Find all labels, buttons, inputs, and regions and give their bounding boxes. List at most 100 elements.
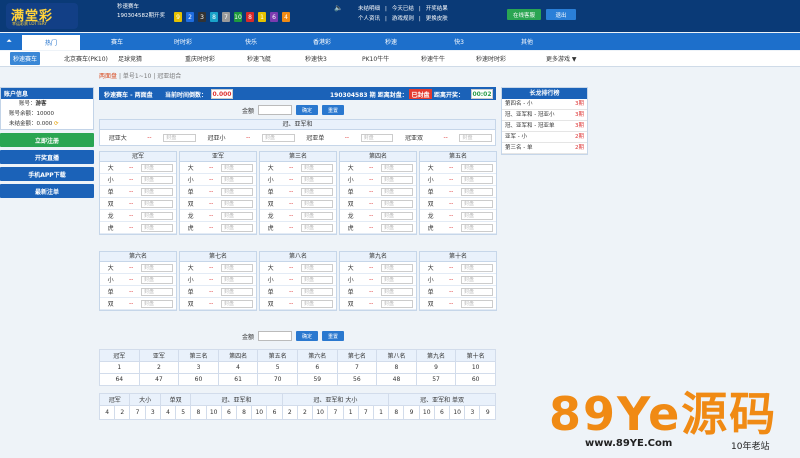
odds-input[interactable]: 封盘 [221, 175, 253, 184]
header-link[interactable]: 未结明细 [358, 4, 380, 14]
odds-input[interactable]: 封盘 [461, 223, 493, 232]
odds-input[interactable]: 封盘 [301, 263, 333, 272]
odds-row[interactable]: 双 -- 封盘 [100, 198, 176, 210]
road-head[interactable]: 单双 [159, 393, 192, 406]
odds-row[interactable]: 小 -- 封盘 [100, 174, 176, 186]
gy-input[interactable]: 封盘 [459, 133, 492, 142]
nav-tab[interactable]: 热门 [22, 33, 80, 50]
sound-icon[interactable]: 🔈 [334, 4, 343, 12]
stats-cell[interactable]: 第七名 [336, 349, 378, 362]
odds-row[interactable]: 单 -- 封盘 [180, 286, 256, 298]
odds-input[interactable]: 封盘 [301, 163, 333, 172]
odds-row[interactable]: 大 -- 封盘 [340, 262, 416, 274]
subnav-item[interactable]: 秒速时时彩 [476, 54, 506, 63]
odds-row[interactable]: 单 -- 封盘 [100, 286, 176, 298]
odds-row[interactable]: 小 -- 封盘 [420, 174, 496, 186]
odds-input[interactable]: 封盘 [221, 211, 253, 220]
odds-row[interactable]: 小 -- 封盘 [260, 274, 336, 286]
odds-row[interactable]: 虎 -- 封盘 [100, 222, 176, 234]
odds-input[interactable]: 封盘 [301, 199, 333, 208]
crumb-single[interactable]: 单号1~10 [123, 73, 151, 80]
stats-cell[interactable]: 第八名 [376, 349, 417, 362]
odds-input[interactable]: 封盘 [461, 163, 493, 172]
amount-input[interactable] [258, 105, 293, 115]
odds-input[interactable]: 封盘 [141, 199, 173, 208]
odds-row[interactable]: 单 -- 封盘 [180, 186, 256, 198]
odds-row[interactable]: 龙 -- 封盘 [260, 210, 336, 222]
odds-input[interactable]: 封盘 [141, 187, 173, 196]
nav-tab[interactable]: 赛车 [88, 33, 146, 50]
stats-cell[interactable]: 第五名 [257, 349, 298, 362]
odds-input[interactable]: 封盘 [381, 263, 413, 272]
odds-row[interactable]: 双 -- 封盘 [180, 298, 256, 310]
odds-input[interactable]: 封盘 [221, 287, 253, 296]
odds-input[interactable]: 封盘 [221, 299, 253, 308]
stats-cell[interactable]: 亚军 [138, 349, 180, 362]
odds-input[interactable]: 封盘 [381, 287, 413, 296]
odds-row[interactable]: 虎 -- 封盘 [420, 222, 496, 234]
gy-input[interactable]: 封盘 [163, 133, 196, 142]
odds-row[interactable]: 龙 -- 封盘 [180, 210, 256, 222]
odds-row[interactable]: 大 -- 封盘 [340, 162, 416, 174]
odds-input[interactable]: 封盘 [381, 187, 413, 196]
side-button[interactable]: 手机APP下载 [0, 167, 94, 181]
odds-input[interactable]: 封盘 [381, 175, 413, 184]
odds-input[interactable]: 封盘 [461, 299, 493, 308]
odds-input[interactable]: 封盘 [141, 163, 173, 172]
odds-row[interactable]: 单 -- 封盘 [100, 186, 176, 198]
odds-input[interactable]: 封盘 [221, 263, 253, 272]
odds-input[interactable]: 封盘 [301, 287, 333, 296]
subnav-item[interactable]: 秒速赛车 [10, 52, 41, 65]
odds-row[interactable]: 小 -- 封盘 [180, 174, 256, 186]
odds-row[interactable]: 大 -- 封盘 [260, 262, 336, 274]
road-head[interactable]: 冠、亚军和 大小 [281, 393, 390, 406]
odds-input[interactable]: 封盘 [221, 163, 253, 172]
odds-row[interactable]: 单 -- 封盘 [340, 286, 416, 298]
odds-input[interactable]: 封盘 [221, 199, 253, 208]
odds-row[interactable]: 单 -- 封盘 [340, 186, 416, 198]
odds-row[interactable]: 龙 -- 封盘 [420, 210, 496, 222]
odds-row[interactable]: 小 -- 封盘 [340, 174, 416, 186]
service-button[interactable]: 在线客服 [507, 9, 541, 20]
stats-cell[interactable]: 第六名 [296, 349, 338, 362]
stats-cell[interactable]: 第三名 [178, 349, 219, 362]
odds-row[interactable]: 虎 -- 封盘 [340, 222, 416, 234]
odds-row[interactable]: 小 -- 封盘 [260, 174, 336, 186]
odds-input[interactable]: 封盘 [381, 275, 413, 284]
stats-cell[interactable]: 第十名 [455, 349, 496, 362]
side-button[interactable]: 立即注册 [0, 133, 94, 147]
odds-input[interactable]: 封盘 [141, 275, 173, 284]
reset-button[interactable]: 重置 [322, 105, 345, 115]
odds-input[interactable]: 封盘 [461, 211, 493, 220]
odds-row[interactable]: 大 -- 封盘 [420, 262, 496, 274]
odds-input[interactable]: 封盘 [301, 187, 333, 196]
subnav-item[interactable]: 北京赛车(PK10) [64, 54, 108, 63]
odds-input[interactable]: 封盘 [381, 163, 413, 172]
odds-row[interactable]: 单 -- 封盘 [260, 186, 336, 198]
amount-input[interactable] [258, 331, 293, 341]
odds-row[interactable]: 大 -- 封盘 [100, 262, 176, 274]
road-head[interactable]: 大小 [129, 393, 161, 406]
odds-row[interactable]: 大 -- 封盘 [100, 162, 176, 174]
header-link[interactable]: 更换皮肤 [426, 14, 448, 24]
odds-input[interactable]: 封盘 [461, 187, 493, 196]
subnav-item[interactable]: 秒速牛牛 [421, 54, 445, 63]
odds-input[interactable]: 封盘 [221, 187, 253, 196]
subnav-item[interactable]: 秒速飞艇 [247, 54, 271, 63]
subnav-item[interactable]: 足球竞猜 [118, 54, 142, 63]
odds-row[interactable]: 大 -- 封盘 [180, 262, 256, 274]
odds-input[interactable]: 封盘 [461, 287, 493, 296]
subnav-item[interactable]: 重庆时时彩 [185, 54, 215, 63]
gy-input[interactable]: 封盘 [360, 133, 394, 142]
odds-row[interactable]: 单 -- 封盘 [420, 186, 496, 198]
crumb-two-sides[interactable]: 两面盘 [99, 73, 117, 80]
odds-row[interactable]: 大 -- 封盘 [260, 162, 336, 174]
nav-tab[interactable]: 其他 [498, 33, 556, 50]
odds-input[interactable]: 封盘 [221, 223, 253, 232]
header-link[interactable]: 开奖结果 [426, 4, 448, 14]
odds-input[interactable]: 封盘 [381, 299, 413, 308]
gy-input[interactable]: 封盘 [261, 133, 295, 142]
odds-row[interactable]: 双 -- 封盘 [420, 198, 496, 210]
road-head[interactable]: 冠军 [98, 393, 131, 406]
odds-row[interactable]: 双 -- 封盘 [340, 198, 416, 210]
